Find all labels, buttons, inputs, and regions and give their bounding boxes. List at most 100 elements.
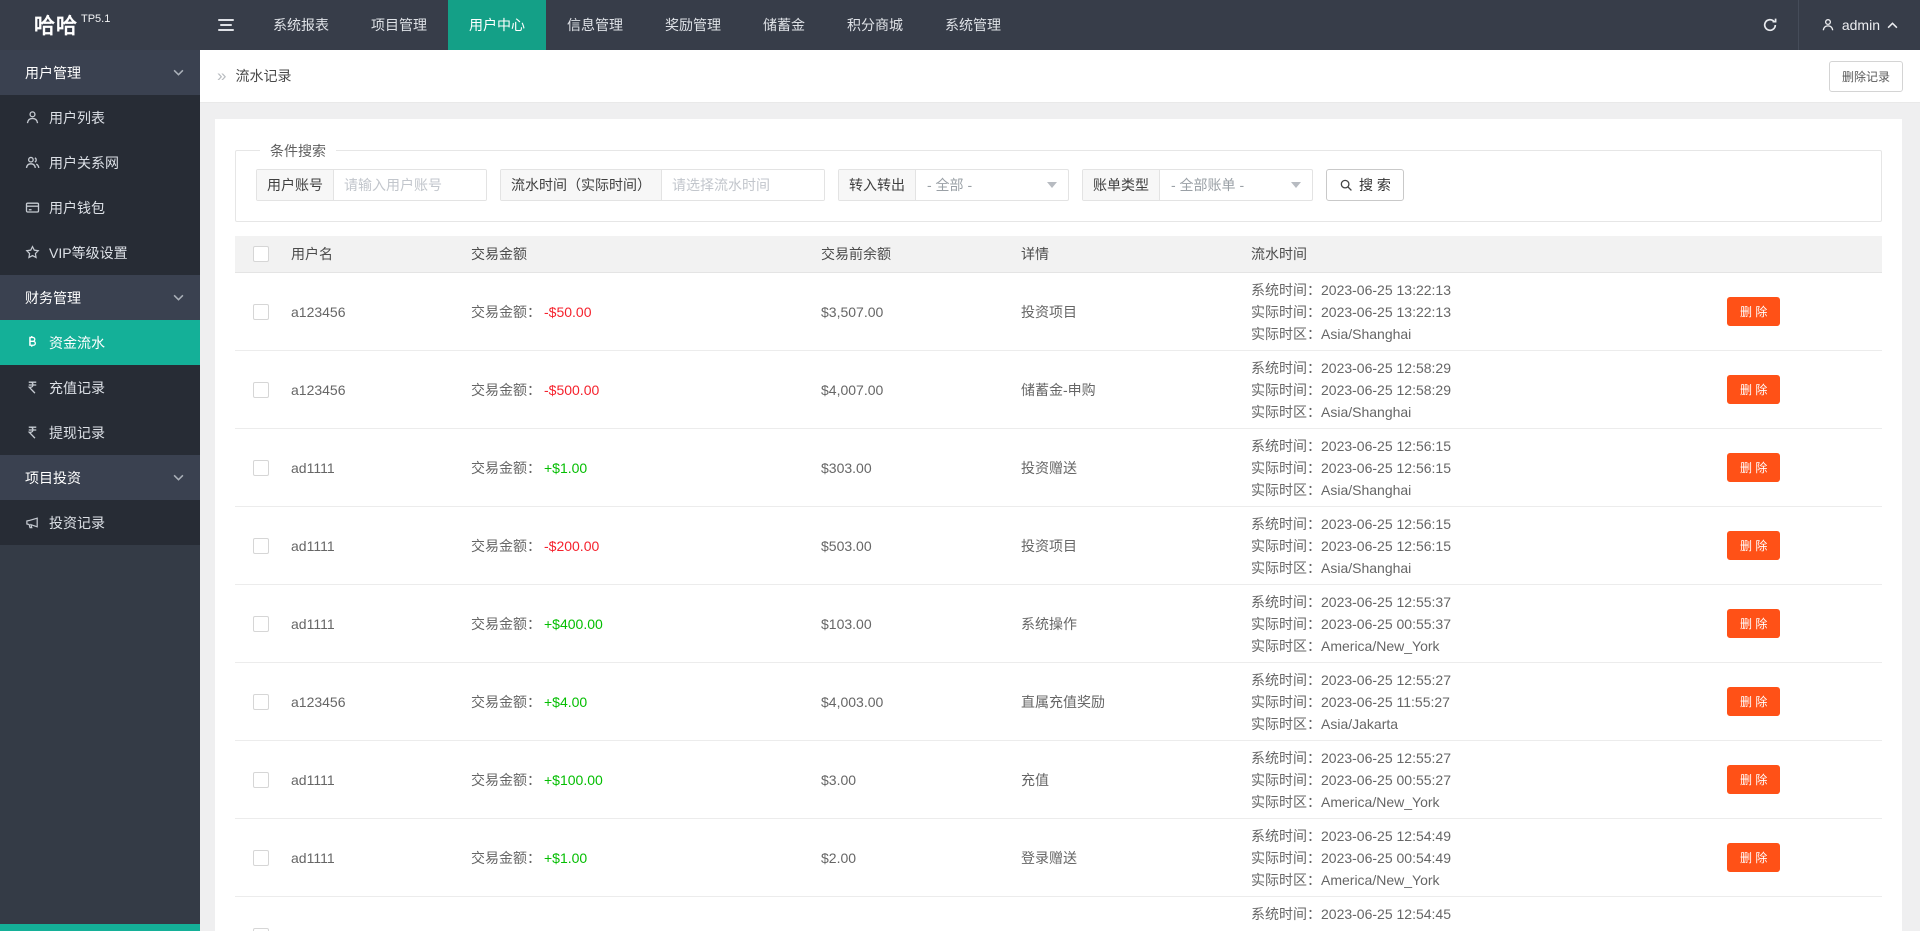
- search-panel-legend: 条件搜索: [260, 141, 336, 161]
- select-all-checkbox[interactable]: [253, 246, 269, 262]
- row-amount: 交易金额： +$1.00: [471, 459, 588, 476]
- sidebar-group-project-investment[interactable]: 项目投资: [0, 455, 200, 500]
- sidebar-item-vip-settings[interactable]: VIP等级设置: [0, 230, 200, 275]
- sidebar-item-user-network[interactable]: 用户关系网: [0, 140, 200, 185]
- sidebar-item-recharge-records[interactable]: 充值记录: [0, 365, 200, 410]
- row-balance: $3,507.00: [821, 303, 884, 320]
- topbar-right: admin: [1742, 0, 1920, 50]
- user-icon: [26, 111, 39, 124]
- row-checkbox[interactable]: [253, 693, 269, 710]
- bill-type-label: 账单类型: [1083, 170, 1160, 200]
- row-username: ad1111: [291, 771, 335, 788]
- row-delete-button[interactable]: 删 除: [1727, 687, 1781, 716]
- rupee-icon: [27, 426, 37, 439]
- row-balance: $103.00: [821, 615, 872, 632]
- direction-select[interactable]: - 全部 -: [916, 170, 1068, 200]
- row-checkbox[interactable]: [253, 459, 269, 476]
- row-delete-button[interactable]: 删 除: [1727, 531, 1781, 560]
- megaphone-icon: [26, 517, 38, 529]
- table-row: ad1111 交易金额： +$400.00 $103.00 系统操作 系统时间：2…: [235, 585, 1882, 663]
- row-amount: 交易金额： -$500.00: [471, 381, 600, 398]
- row-username: a123456: [291, 381, 346, 398]
- top-menu: 系统报表 项目管理 用户中心 信息管理 奖励管理 储蓄金 积分商城 系统管理: [252, 0, 1022, 50]
- direction-field-group: 转入转出 - 全部 -: [838, 169, 1069, 201]
- row-amount: 交易金额： +$4.00: [471, 693, 588, 710]
- row-detail: 充值: [1021, 771, 1049, 788]
- chevron-up-icon: [1887, 21, 1898, 28]
- user-icon: [1822, 19, 1834, 31]
- row-detail: 储蓄金-申购: [1021, 381, 1096, 398]
- menu-item-reports[interactable]: 系统报表: [252, 0, 350, 50]
- row-checkbox[interactable]: [253, 303, 269, 320]
- sidebar-item-user-list[interactable]: 用户列表: [0, 95, 200, 140]
- row-amount: 交易金额： +$1.00: [471, 849, 588, 866]
- row-delete-button[interactable]: 删 除: [1727, 843, 1781, 872]
- chevron-down-icon: [1047, 182, 1057, 188]
- content-card: 条件搜索 用户账号 流水时间（实际时间） 转入转出 - 全部 -: [215, 119, 1902, 931]
- row-amount: 交易金额： +$400.00: [471, 615, 603, 632]
- top-bar: 哈哈 TP5.1 系统报表 项目管理 用户中心 信息管理 奖励管理 储蓄金 积分…: [0, 0, 1920, 50]
- search-button[interactable]: 搜 索: [1326, 169, 1404, 201]
- row-delete-button[interactable]: 删 除: [1727, 765, 1781, 794]
- menu-item-projects[interactable]: 项目管理: [350, 0, 448, 50]
- row-delete-button[interactable]: 删 除: [1727, 453, 1781, 482]
- row-balance: $3.00: [821, 771, 857, 788]
- row-checkbox[interactable]: [253, 849, 269, 866]
- menu-item-info[interactable]: 信息管理: [546, 0, 644, 50]
- row-balance: $303.00: [821, 459, 872, 476]
- admin-menu[interactable]: admin: [1799, 0, 1920, 50]
- hamburger-icon[interactable]: [200, 0, 252, 50]
- row-times: 系统时间：2023-06-25 12:55:27 实际时间：2023-06-25 …: [1251, 672, 1451, 732]
- row-delete-button[interactable]: 删 除: [1727, 297, 1781, 326]
- row-times: 系统时间：2023-06-25 12:55:27 实际时间：2023-06-25 …: [1251, 750, 1451, 810]
- breadcrumb: » 流水记录 删除记录: [200, 50, 1920, 103]
- flow-records-table: 用户名 交易金额 交易前余额 详情 流水时间 a123456 交易金额： -$50…: [235, 236, 1882, 931]
- row-delete-button[interactable]: 删 除: [1727, 609, 1781, 638]
- sidebar-item-fund-flow[interactable]: 资金流水: [0, 320, 200, 365]
- row-balance: $503.00: [821, 537, 872, 554]
- menu-item-system[interactable]: 系统管理: [924, 0, 1022, 50]
- logo-version: TP5.1: [81, 13, 111, 25]
- chevron-down-icon: [1291, 182, 1301, 188]
- search-icon: [1340, 179, 1352, 191]
- header-amount: 交易金额: [471, 246, 527, 262]
- app-logo: 哈哈 TP5.1: [0, 0, 200, 50]
- row-times: 系统时间：2023-06-25 12:56:15 实际时间：2023-06-25 …: [1251, 516, 1451, 576]
- bill-type-field-group: 账单类型 - 全部账单 -: [1082, 169, 1313, 201]
- row-checkbox[interactable]: [253, 381, 269, 398]
- chevron-down-icon: [173, 474, 184, 481]
- time-input[interactable]: [662, 170, 824, 200]
- sidebar-item-withdraw-records[interactable]: 提现记录: [0, 410, 200, 455]
- row-checkbox[interactable]: [253, 927, 269, 931]
- row-delete-button[interactable]: 删 除: [1727, 375, 1781, 404]
- row-username: ad1111: [291, 849, 335, 866]
- row-amount: 交易金额： -$50.00: [471, 303, 592, 320]
- delete-records-button[interactable]: 删除记录: [1828, 60, 1903, 92]
- row-checkbox[interactable]: [253, 537, 269, 554]
- sidebar-group-finance-management[interactable]: 财务管理: [0, 275, 200, 320]
- menu-item-points-mall[interactable]: 积分商城: [826, 0, 924, 50]
- menu-item-rewards[interactable]: 奖励管理: [644, 0, 742, 50]
- search-panel: 条件搜索 用户账号 流水时间（实际时间） 转入转出 - 全部 -: [235, 141, 1882, 222]
- sidebar-item-investment-records[interactable]: 投资记录: [0, 500, 200, 545]
- row-detail: 投资项目: [1021, 537, 1077, 554]
- table-row: ad1111 交易金额： -$200.00 $503.00 投资项目 系统时间：2…: [235, 507, 1882, 585]
- table-row: a123456 交易金额： -$50.00 $3,507.00 投资项目 系统时间…: [235, 273, 1882, 351]
- row-detail: 登录赠送: [1021, 849, 1077, 866]
- row-checkbox[interactable]: [253, 771, 269, 788]
- refresh-icon[interactable]: [1742, 0, 1798, 50]
- menu-item-user-center[interactable]: 用户中心: [448, 0, 546, 50]
- table-row-partial: 系统时间：2023-06-25 12:54:45: [235, 897, 1882, 931]
- row-amount: [471, 928, 821, 931]
- bill-type-select[interactable]: - 全部账单 -: [1160, 170, 1312, 200]
- row-checkbox[interactable]: [253, 615, 269, 632]
- row-detail: 系统操作: [1021, 615, 1077, 632]
- breadcrumb-icon: »: [217, 66, 227, 85]
- row-amount: 交易金额： -$200.00: [471, 537, 600, 554]
- chevron-down-icon: [173, 69, 184, 76]
- menu-item-savings[interactable]: 储蓄金: [742, 0, 826, 50]
- sidebar-group-user-management[interactable]: 用户管理: [0, 50, 200, 95]
- account-input[interactable]: [334, 170, 486, 200]
- row-balance: $2.00: [821, 849, 857, 866]
- sidebar-item-user-wallet[interactable]: 用户钱包: [0, 185, 200, 230]
